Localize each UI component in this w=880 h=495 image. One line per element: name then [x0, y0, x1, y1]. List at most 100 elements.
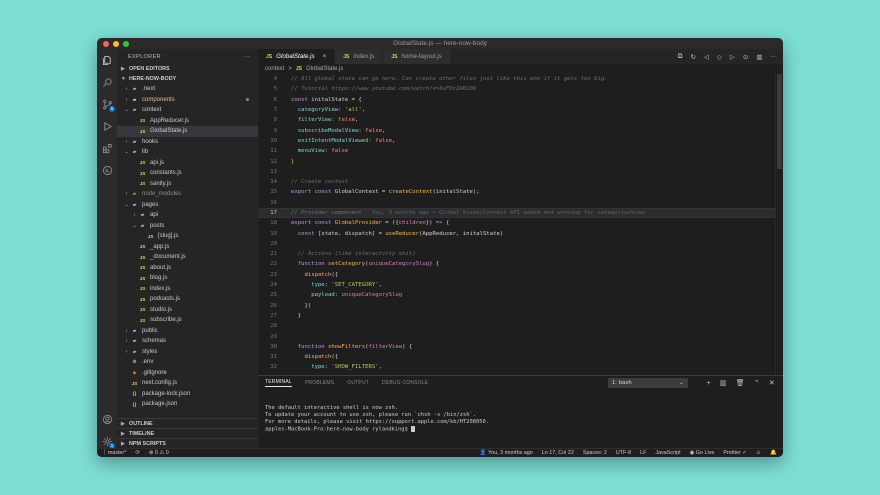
language-mode[interactable]: JavaScript	[655, 450, 680, 456]
maximize-panel-icon[interactable]: ⌃	[754, 379, 760, 387]
maximize-window-button[interactable]	[123, 40, 129, 47]
tree-item[interactable]: JS GlobalState.js	[117, 126, 258, 137]
more-actions-icon[interactable]: ···	[771, 53, 778, 60]
cursor-position[interactable]: Ln 17, Col 22	[542, 450, 574, 456]
minimize-window-button[interactable]	[113, 40, 119, 47]
tree-item[interactable]: › ▰ .next	[117, 84, 258, 95]
tree-item[interactable]: JS index.js	[117, 284, 258, 295]
code-text: payload: uniqueCategorySlug	[282, 292, 402, 298]
explorer-icon[interactable]	[101, 54, 113, 66]
sync-icon[interactable]: ⟳	[135, 450, 140, 456]
tree-item[interactable]: JS about.js	[117, 263, 258, 274]
trash-icon[interactable]: 🗑	[736, 379, 745, 387]
tab-globalstate[interactable]: JS GlobalState.js ×	[258, 49, 336, 64]
close-panel-icon[interactable]: ✕	[769, 379, 775, 387]
split-editor-icon[interactable]: ⧉	[678, 53, 683, 61]
tree-item[interactable]: JS AppReducer.js	[117, 116, 258, 127]
remote-icon[interactable]	[101, 164, 113, 176]
tree-item[interactable]: › ▰ api	[117, 210, 258, 221]
timeline-section[interactable]: ▶ TIMELINE	[117, 428, 258, 438]
tree-item[interactable]: JS [slug].js	[117, 231, 258, 242]
tree-item[interactable]: JS studio.js	[117, 305, 258, 316]
tree-item[interactable]: JS _document.js	[117, 252, 258, 263]
source-control-icon[interactable]: 6	[101, 98, 115, 112]
feedback-icon[interactable]: ☺	[756, 450, 762, 456]
breadcrumb-folder[interactable]: context	[265, 66, 284, 72]
breadcrumb-file[interactable]: GlobalState.js	[306, 66, 343, 72]
tree-item[interactable]: ⌄ ▰ pages	[117, 200, 258, 211]
tree-item[interactable]: JS _app.js	[117, 242, 258, 253]
tree-item[interactable]: JS api.js	[117, 158, 258, 169]
tab-terminal[interactable]: TERMINAL	[265, 379, 292, 387]
tree-item[interactable]: ◆ .gitignore	[117, 368, 258, 379]
explorer-more-button[interactable]: ···	[244, 54, 251, 60]
tree-item[interactable]: {} package.json	[117, 399, 258, 410]
end-of-line[interactable]: LF	[640, 450, 646, 456]
refresh-icon[interactable]: ↻	[690, 53, 695, 61]
split-terminal-icon[interactable]: ▥	[720, 379, 727, 387]
go-live-button[interactable]: ◉ Go Live	[690, 450, 715, 456]
tree-item[interactable]: › ▰ schemas	[117, 336, 258, 347]
tree-item[interactable]: JS constants.js	[117, 168, 258, 179]
tree-item[interactable]: JS blog.js	[117, 273, 258, 284]
line-number: 28	[270, 323, 277, 330]
chevron-down-icon: ⌄	[124, 201, 129, 208]
tree-item[interactable]: ⌄ ▰ lib	[117, 147, 258, 158]
tree-item[interactable]: JS subscribe.js	[117, 315, 258, 326]
tab-problems[interactable]: PROBLEMS	[305, 380, 334, 386]
previous-change-icon[interactable]: ◁	[704, 53, 709, 61]
run-debug-icon[interactable]	[101, 120, 113, 132]
folder-icon: ▰	[132, 191, 137, 197]
open-editors-section[interactable]: ▶ OPEN EDITORS	[117, 64, 258, 74]
tree-item[interactable]: ⚙ .env	[117, 357, 258, 368]
problems-status[interactable]: ⊗ 0 ⚠ 0	[149, 450, 169, 456]
settings-gear-icon[interactable]: 1	[101, 435, 115, 449]
git-compare-icon[interactable]: ◇	[717, 53, 722, 61]
tree-item[interactable]: JS podcasts.js	[117, 294, 258, 305]
search-icon[interactable]	[101, 76, 113, 88]
chevron-right-icon: ›	[125, 348, 128, 355]
close-window-button[interactable]	[103, 40, 109, 47]
project-section[interactable]: ▼ HERE-NOW-BODY	[117, 74, 258, 84]
indentation[interactable]: Spaces: 2	[583, 450, 607, 456]
new-terminal-icon[interactable]: +	[707, 380, 711, 387]
terminal-select[interactable]: 1: bash ⌄	[608, 378, 688, 388]
status-bar: ᚴ master* ⟳ ⊗ 0 ⚠ 0 👤 You, 3 months ago …	[97, 448, 783, 457]
tree-item[interactable]: JS next.config.js	[117, 378, 258, 389]
code-token: 'all'	[344, 107, 362, 114]
tab-debug-console[interactable]: DEBUG CONSOLE	[382, 380, 428, 386]
tree-item[interactable]: {} package-lock.json	[117, 389, 258, 400]
editor-scrollbar[interactable]	[775, 74, 783, 383]
extensions-icon[interactable]	[101, 142, 113, 154]
tree-item[interactable]: ⌄ ▰ posts	[117, 221, 258, 232]
code-line: 6 const initalState = {	[258, 95, 775, 105]
notifications-icon[interactable]: 🔔	[770, 450, 777, 456]
tab-home-layout[interactable]: JS home-layout.js	[383, 49, 451, 64]
tree-item[interactable]: › ▰ components	[117, 95, 258, 106]
tab-index[interactable]: JS index.js	[335, 49, 384, 64]
tree-item[interactable]: › ▰ public	[117, 326, 258, 337]
npm-scripts-section[interactable]: ▶ NPM SCRIPTS	[117, 438, 258, 448]
tree-item[interactable]: › ▰ hooks	[117, 137, 258, 148]
tree-item[interactable]: ⌄ ▰ context	[117, 105, 258, 116]
tree-item-label: about.js	[150, 264, 172, 271]
account-icon[interactable]	[101, 413, 113, 425]
editor-tabs: JS GlobalState.js × JS index.js JS home-…	[258, 49, 783, 64]
open-changes-icon[interactable]: ⊙	[743, 53, 748, 61]
outline-section[interactable]: ▶ OUTLINE	[117, 418, 258, 428]
tree-item[interactable]: › ▰ styles	[117, 347, 258, 358]
tree-item[interactable]: › ▰ node_modules	[117, 189, 258, 200]
next-change-icon[interactable]: ▷	[730, 53, 735, 61]
close-tab-icon[interactable]: ×	[323, 53, 327, 60]
terminal-output[interactable]: The default interactive shell is now zsh…	[258, 390, 783, 434]
code-token: exitIntentModalViewed:	[291, 137, 376, 144]
git-branch[interactable]: ᚴ master*	[103, 450, 126, 456]
git-blame-status[interactable]: 👤 You, 3 months ago	[480, 450, 533, 456]
scrollbar-thumb[interactable]	[777, 74, 782, 169]
split-layout-icon[interactable]: ▥	[756, 53, 762, 61]
code-editor[interactable]: 4 // All global state can go here. Can cr…	[258, 74, 775, 383]
tree-item[interactable]: JS sanity.js	[117, 179, 258, 190]
prettier-status[interactable]: Prettier ✓	[723, 450, 746, 456]
encoding[interactable]: UTF-8	[616, 450, 631, 456]
tab-output[interactable]: OUTPUT	[347, 380, 369, 386]
